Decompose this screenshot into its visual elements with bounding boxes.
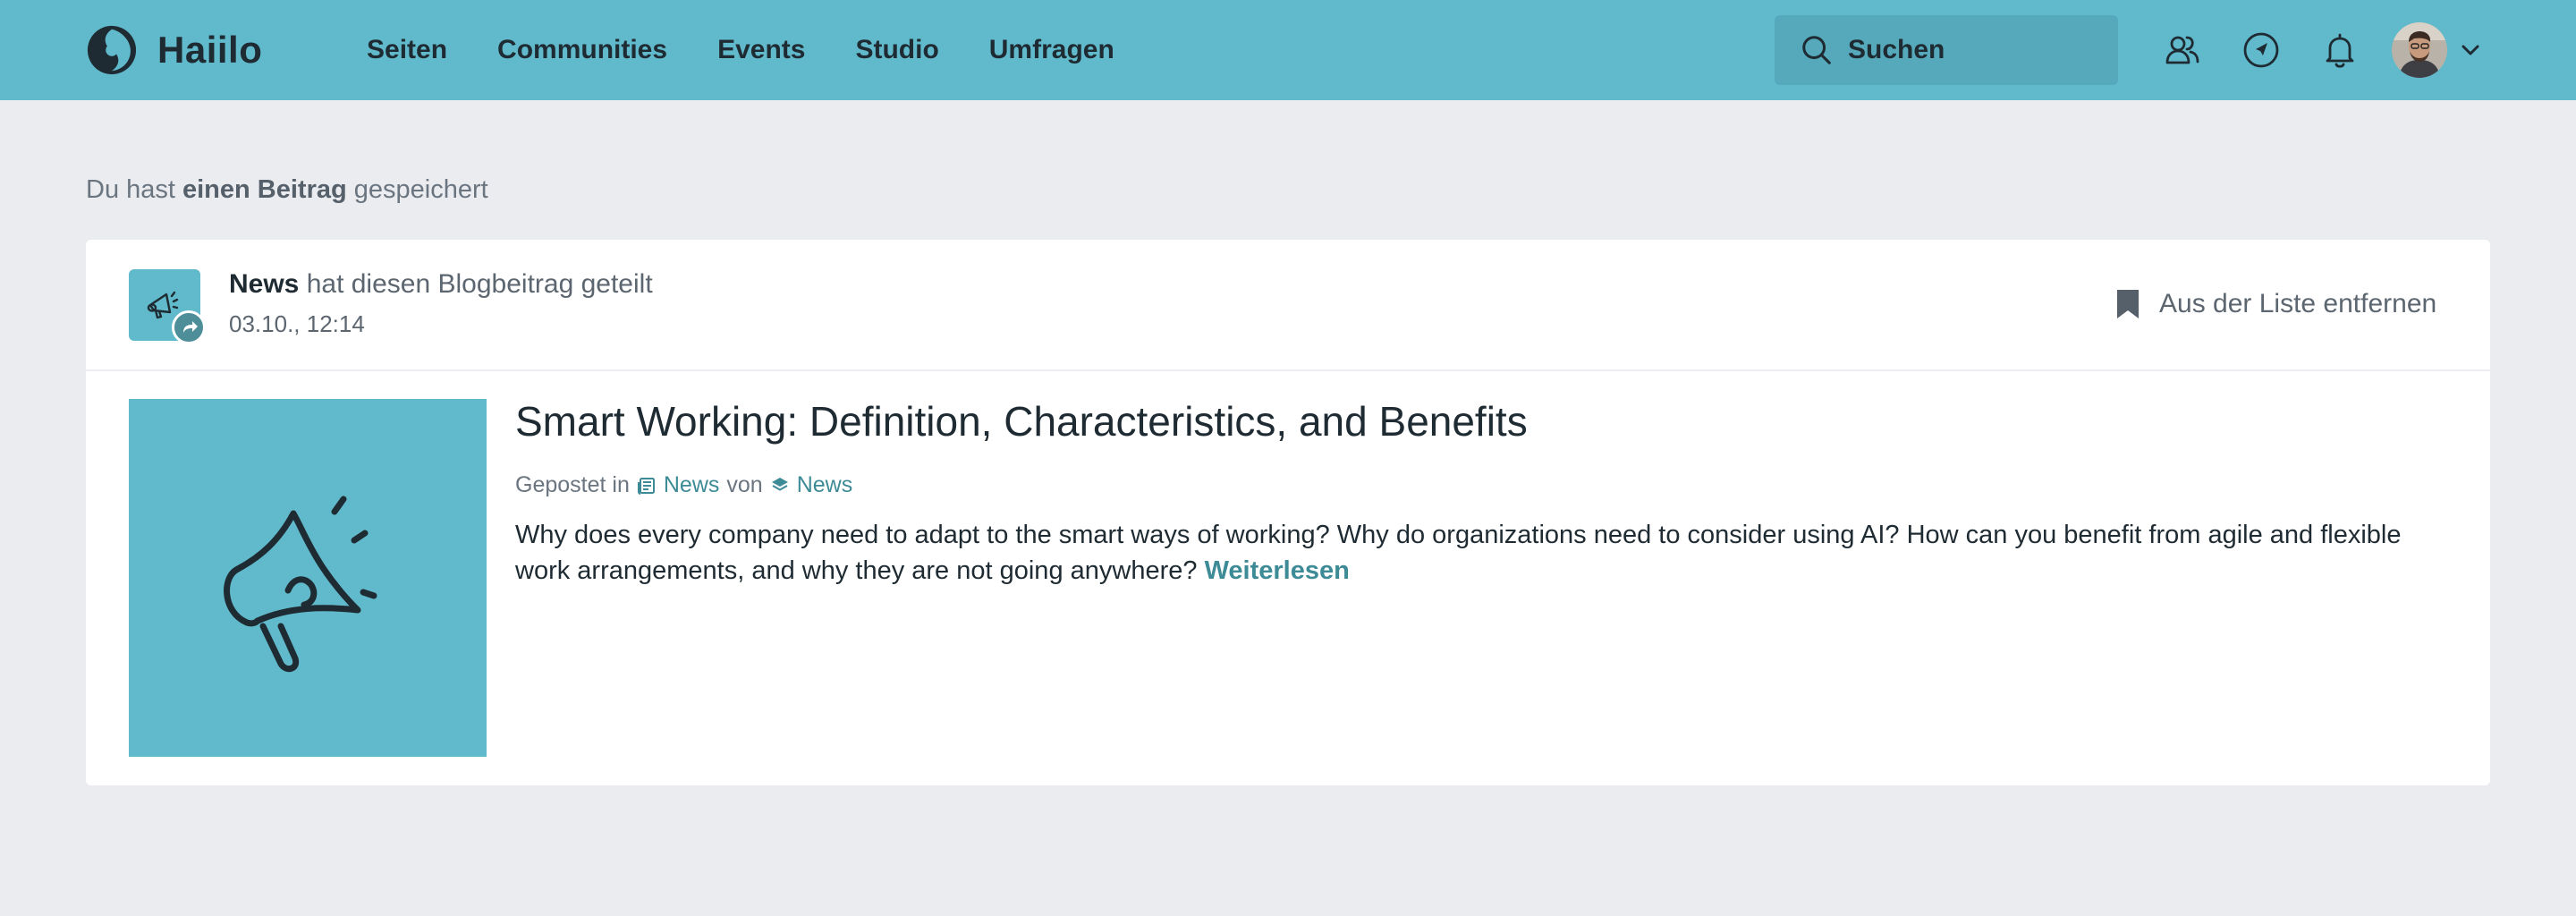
user-avatar-image	[2392, 22, 2447, 78]
read-more-link[interactable]: Weiterlesen	[1205, 556, 1350, 585]
nav-item-communities[interactable]: Communities	[497, 35, 667, 65]
share-arrow-icon	[183, 321, 198, 333]
bookmark-icon	[2117, 290, 2139, 318]
channel-link[interactable]: News	[637, 472, 720, 498]
search-input[interactable]	[1846, 34, 2118, 66]
post-title[interactable]: Smart Working: Definition, Characteristi…	[515, 397, 1528, 445]
card-header: News hat diesen Blogbeitrag geteilt 03.1…	[86, 240, 2490, 371]
haiilo-logo-icon	[87, 25, 137, 75]
bell-icon[interactable]	[2320, 30, 2360, 70]
sender-action: hat diesen Blogbeitrag geteilt	[299, 269, 653, 299]
remove-from-list-label: Aus der Liste entfernen	[2159, 289, 2437, 318]
users-icon[interactable]	[2163, 30, 2202, 70]
saved-post-card: News hat diesen Blogbeitrag geteilt 03.1…	[86, 240, 2490, 785]
saved-summary-count: einen Beitrag	[182, 175, 347, 204]
posted-in-label: Gepostet in	[515, 472, 630, 497]
search-icon	[1802, 36, 1831, 64]
chevron-down-icon[interactable]	[2458, 38, 2483, 63]
saved-summary-prefix: Du hast	[86, 175, 182, 204]
user-avatar[interactable]	[2392, 22, 2447, 78]
nav-item-events[interactable]: Events	[717, 35, 805, 65]
share-badge	[172, 310, 206, 344]
remove-from-list-button[interactable]: Aus der Liste entfernen	[2114, 286, 2436, 322]
search-box[interactable]	[1775, 15, 2118, 85]
main-nav: Seiten Communities Events Studio Umfrage…	[367, 0, 1165, 100]
app-logo[interactable]: Haiilo	[86, 21, 262, 79]
saved-posts-summary: Du hast einen Beitrag gespeichert	[86, 175, 488, 205]
app-name: Haiilo	[157, 29, 263, 71]
nav-item-studio[interactable]: Studio	[855, 35, 938, 65]
author-name: News	[796, 472, 853, 497]
author-link[interactable]: News	[770, 472, 853, 498]
saved-summary-suffix: gespeichert	[346, 175, 488, 204]
post-timestamp: 03.10., 12:14	[229, 310, 365, 337]
top-navigation-bar: Haiilo Seiten Communities Events Studio …	[0, 0, 2576, 100]
sender-line: News hat diesen Blogbeitrag geteilt	[229, 269, 653, 300]
nav-item-umfragen[interactable]: Umfragen	[989, 35, 1114, 65]
megaphone-icon	[224, 496, 377, 673]
post-teaser-image[interactable]	[129, 399, 487, 757]
by-label: von	[726, 472, 763, 497]
post-excerpt: Why does every company need to adapt to …	[515, 517, 2456, 589]
sender-name[interactable]: News	[229, 269, 299, 299]
compass-icon[interactable]	[2241, 30, 2281, 70]
newspaper-icon	[637, 477, 655, 495]
nav-item-seiten[interactable]: Seiten	[367, 35, 447, 65]
post-meta: Gepostet in News von News	[515, 472, 852, 498]
layers-icon	[771, 477, 788, 490]
post-excerpt-text: Why does every company need to adapt to …	[515, 521, 2402, 585]
channel-name: News	[663, 472, 720, 497]
